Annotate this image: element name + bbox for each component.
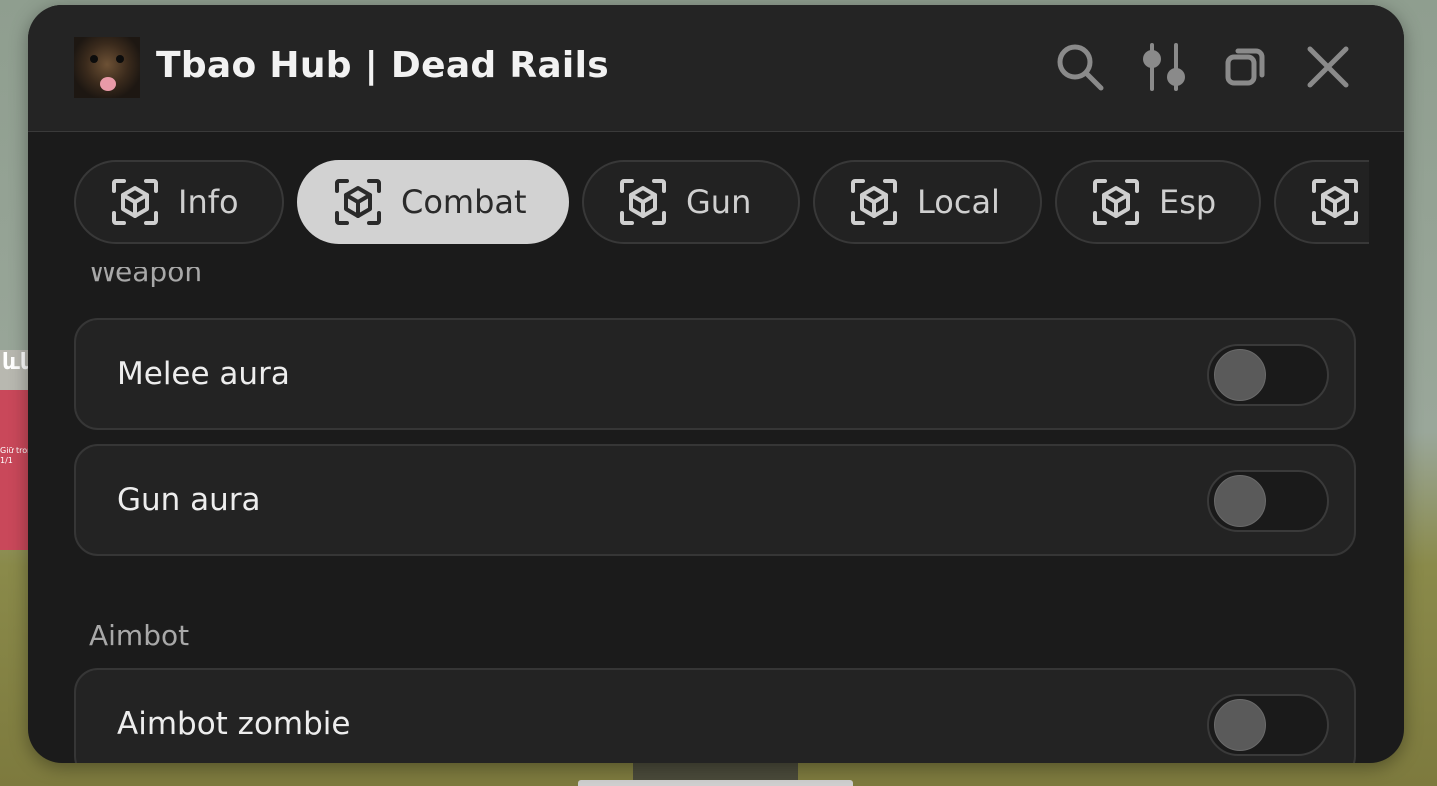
tab-local[interactable]: Local <box>813 160 1042 244</box>
search-icon <box>1057 44 1104 91</box>
close-icon <box>1307 46 1349 88</box>
settings-button[interactable] <box>1138 41 1190 93</box>
toggle-row-melee-aura[interactable]: Melee aura <box>74 318 1356 430</box>
window-title: Tbao Hub | Dead Rails <box>156 45 609 86</box>
cube-icon <box>112 179 158 225</box>
cube-icon <box>1093 179 1139 225</box>
toggle-label: Melee aura <box>117 356 290 392</box>
section-title-weapon: Weapon <box>89 267 203 288</box>
cube-icon <box>851 179 897 225</box>
tab-label: Info <box>178 183 239 221</box>
tab-content[interactable]: Weapon Melee aura Gun aura Aimbot Aimbot… <box>28 267 1404 763</box>
tab-label: Combat <box>401 183 527 221</box>
toggle-knob <box>1214 699 1266 751</box>
toggle-row-gun-aura[interactable]: Gun aura <box>74 444 1356 556</box>
aimbot-zombie-toggle[interactable] <box>1207 694 1329 756</box>
tab-more[interactable] <box>1274 160 1369 244</box>
tab-info[interactable]: Info <box>74 160 284 244</box>
dog-avatar <box>74 37 140 98</box>
close-button[interactable] <box>1302 41 1354 93</box>
cube-icon <box>335 179 381 225</box>
minimize-button[interactable] <box>1220 41 1272 93</box>
toggle-label: Gun aura <box>117 482 261 518</box>
tab-gun[interactable]: Gun <box>582 160 800 244</box>
toggle-knob <box>1214 349 1266 401</box>
tab-combat[interactable]: Combat <box>297 160 569 244</box>
toggle-row-aimbot-zombie[interactable]: Aimbot zombie <box>74 668 1356 763</box>
cube-icon <box>1312 179 1358 225</box>
tab-label: Local <box>917 183 1000 221</box>
sliders-icon <box>1143 43 1185 91</box>
cube-icon <box>620 179 666 225</box>
hub-window: Tbao Hub | Dead Rails Info Combat Gun Lo… <box>28 5 1404 763</box>
search-button[interactable] <box>1054 41 1106 93</box>
tab-esp[interactable]: Esp <box>1055 160 1261 244</box>
toggle-label: Aimbot zombie <box>117 706 351 742</box>
windows-icon <box>1225 48 1265 86</box>
title-bar[interactable]: Tbao Hub | Dead Rails <box>28 5 1404 132</box>
toggle-knob <box>1214 475 1266 527</box>
tab-bar: Info Combat Gun Local Esp <box>74 160 1369 248</box>
section-title-aimbot: Aimbot <box>89 619 190 652</box>
gun-aura-toggle[interactable] <box>1207 470 1329 532</box>
melee-aura-toggle[interactable] <box>1207 344 1329 406</box>
background-home-indicator <box>578 780 853 786</box>
tab-label: Esp <box>1159 183 1217 221</box>
tab-label: Gun <box>686 183 752 221</box>
